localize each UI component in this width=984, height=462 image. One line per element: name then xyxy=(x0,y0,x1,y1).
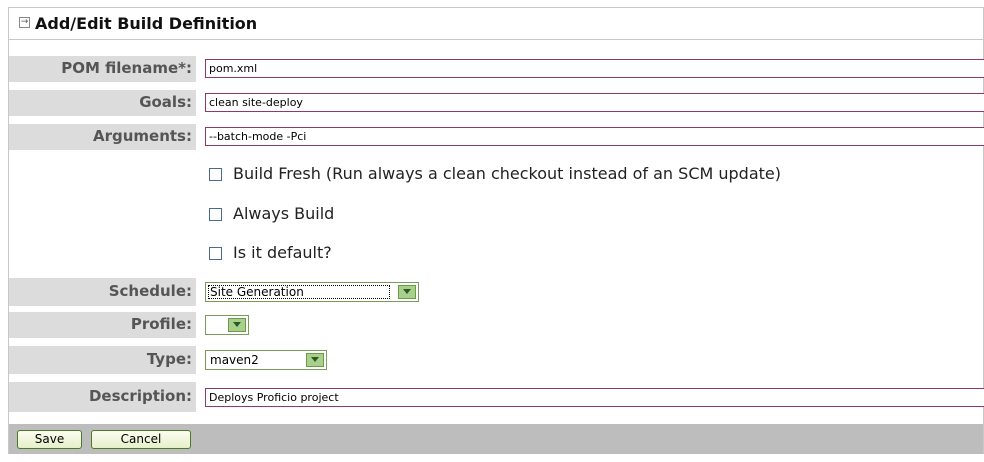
form-actions-bar: Save Cancel xyxy=(9,424,983,454)
is-default-checkbox[interactable] xyxy=(209,247,222,260)
is-default-label[interactable]: Is it default? xyxy=(233,243,332,262)
panel-title: Add/Edit Build Definition xyxy=(35,14,258,33)
arguments-row: Arguments: --batch-mode -Pci xyxy=(9,124,984,150)
goals-label: Goals: xyxy=(9,90,196,116)
cancel-button[interactable]: Cancel xyxy=(91,430,191,449)
build-fresh-checkbox[interactable] xyxy=(209,168,222,181)
pom-filename-label: POM filename*: xyxy=(9,56,196,82)
schedule-label: Schedule: xyxy=(9,278,196,306)
arguments-label: Arguments: xyxy=(9,124,196,150)
expand-icon[interactable]: → xyxy=(19,17,30,28)
always-build-label[interactable]: Always Build xyxy=(233,204,334,223)
pom-filename-input[interactable]: pom.xml xyxy=(205,59,984,78)
save-button[interactable]: Save xyxy=(17,430,82,449)
build-fresh-label[interactable]: Build Fresh (Run always a clean checkout… xyxy=(233,164,781,183)
profile-label: Profile: xyxy=(9,312,196,338)
pom-filename-row: POM filename*: pom.xml xyxy=(9,56,984,82)
type-value: maven2 xyxy=(210,353,259,367)
schedule-select[interactable]: Site Generation xyxy=(205,282,419,302)
type-label: Type: xyxy=(9,346,196,374)
goals-input[interactable]: clean site-deploy xyxy=(205,93,984,112)
type-select[interactable]: maven2 xyxy=(205,350,327,370)
description-input[interactable]: Deploys Proficio project xyxy=(205,388,984,407)
description-row: Description: Deploys Proficio project xyxy=(9,382,984,412)
description-label: Description: xyxy=(9,382,196,412)
schedule-value: Site Generation xyxy=(210,285,304,299)
profile-row: Profile: xyxy=(9,312,983,338)
panel-header: → Add/Edit Build Definition xyxy=(9,8,983,40)
goals-row: Goals: clean site-deploy xyxy=(9,90,984,116)
profile-select[interactable] xyxy=(205,315,249,335)
type-row: Type: maven2 xyxy=(9,346,983,374)
dropdown-arrow-icon[interactable] xyxy=(398,285,416,299)
dropdown-arrow-icon[interactable] xyxy=(306,353,324,367)
dropdown-arrow-icon[interactable] xyxy=(228,318,246,332)
always-build-checkbox[interactable] xyxy=(209,208,222,221)
build-definition-panel: → Add/Edit Build Definition POM filename… xyxy=(8,7,984,454)
arguments-input[interactable]: --batch-mode -Pci xyxy=(205,127,984,146)
schedule-row: Schedule: Site Generation xyxy=(9,278,983,306)
